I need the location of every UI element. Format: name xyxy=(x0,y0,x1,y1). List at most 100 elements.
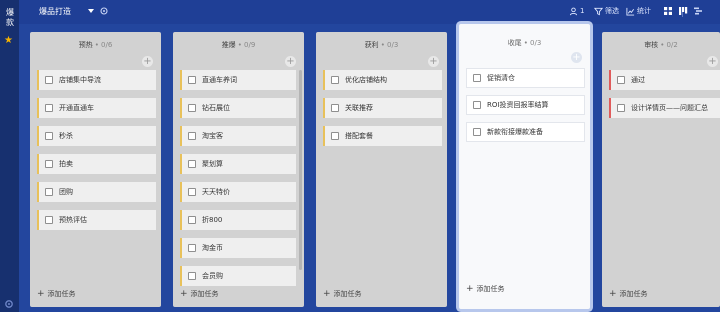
column-header: 获利 • 0/3 xyxy=(316,40,447,50)
task-checkbox[interactable] xyxy=(188,188,196,196)
add-task-button[interactable]: + 添加任务 xyxy=(180,289,219,299)
kanban-icon xyxy=(679,7,688,15)
add-card-button[interactable]: + xyxy=(428,56,439,67)
task-title: 钻石展位 xyxy=(202,104,230,112)
board-view-button[interactable] xyxy=(677,5,689,17)
grid-icon xyxy=(664,7,672,15)
task-card[interactable]: 团购 xyxy=(37,182,156,202)
task-card[interactable]: 预热评估 xyxy=(37,210,156,230)
column-header: 预热 • 0/6 xyxy=(30,40,161,50)
task-title: 折800 xyxy=(202,216,223,224)
task-title: 搭配套餐 xyxy=(345,132,373,140)
task-card[interactable]: 促销清仓 xyxy=(466,68,585,88)
task-card[interactable]: 会员购 xyxy=(180,266,296,286)
task-checkbox[interactable] xyxy=(617,76,625,84)
task-title: 淘宝客 xyxy=(202,132,223,140)
column-title: 审核 xyxy=(644,41,659,49)
task-checkbox[interactable] xyxy=(473,128,481,136)
task-checkbox[interactable] xyxy=(45,188,53,196)
task-card[interactable]: 新款衔接爆款准备 xyxy=(466,122,585,142)
task-card[interactable]: 秒杀 xyxy=(37,126,156,146)
task-card[interactable]: 钻石展位 xyxy=(180,98,296,118)
chevron-down-icon[interactable] xyxy=(88,9,94,14)
column-count: • 0/3 xyxy=(523,39,542,47)
column-scrollbar[interactable] xyxy=(299,70,302,270)
task-card[interactable]: 通过 xyxy=(609,70,720,90)
task-checkbox[interactable] xyxy=(45,76,53,84)
task-checkbox[interactable] xyxy=(331,104,339,112)
task-checkbox[interactable] xyxy=(188,216,196,224)
task-checkbox[interactable] xyxy=(188,244,196,252)
add-task-button[interactable]: + 添加任务 xyxy=(323,289,362,299)
column-title: 推爆 xyxy=(221,41,236,49)
add-task-button[interactable]: + 添加任务 xyxy=(466,284,505,294)
board-title[interactable]: 爆品打造 xyxy=(39,6,71,17)
task-card[interactable]: 店铺集中导流 xyxy=(37,70,156,90)
task-card[interactable]: 优化店铺结构 xyxy=(323,70,442,90)
task-card[interactable]: 关联推荐 xyxy=(323,98,442,118)
task-title: ROI投资回报率结算 xyxy=(487,101,549,109)
add-task-label: 添加任务 xyxy=(47,290,76,298)
add-card-button[interactable]: + xyxy=(142,56,153,67)
filter-button[interactable]: 筛选 xyxy=(594,6,619,17)
add-task-button[interactable]: + 添加任务 xyxy=(609,289,648,299)
column-wrapup: 收尾 • 0/3 + 促销清仓 ROI投资回报率结算 新款衔接爆款准备 + 添加任务 xyxy=(459,24,590,309)
task-checkbox[interactable] xyxy=(331,76,339,84)
board-settings-icon[interactable] xyxy=(99,6,109,16)
stats-label: 统计 xyxy=(637,7,651,15)
task-checkbox[interactable] xyxy=(188,272,196,280)
task-checkbox[interactable] xyxy=(188,76,196,84)
timeline-view-button[interactable] xyxy=(692,5,704,17)
add-card-button[interactable]: + xyxy=(571,52,582,63)
plus-icon: + xyxy=(180,288,188,299)
task-title: 团购 xyxy=(59,188,73,196)
column-count: • 0/9 xyxy=(237,41,256,49)
add-card-button[interactable]: + xyxy=(707,56,718,67)
user-icon xyxy=(569,7,578,16)
task-card[interactable]: 淘金币 xyxy=(180,238,296,258)
task-card[interactable]: 天天特价 xyxy=(180,182,296,202)
task-title: 天天特价 xyxy=(202,188,230,196)
plus-icon: + xyxy=(323,288,331,299)
column-preheat: 预热 • 0/6 + 店铺集中导流 开通直通车 秒杀 拍卖 团购 预热评估 + 添加… xyxy=(30,32,161,307)
task-checkbox[interactable] xyxy=(473,74,481,82)
task-title: 设计详情页——问题汇总 xyxy=(631,104,708,112)
task-title: 促销清仓 xyxy=(487,74,515,82)
task-card[interactable]: 开通直通车 xyxy=(37,98,156,118)
task-card[interactable]: 聚划算 xyxy=(180,154,296,174)
task-checkbox[interactable] xyxy=(45,160,53,168)
task-checkbox[interactable] xyxy=(45,104,53,112)
task-checkbox[interactable] xyxy=(331,132,339,140)
column-header: 收尾 • 0/3 xyxy=(459,38,590,48)
plus-icon: + xyxy=(609,288,617,299)
settings-icon[interactable] xyxy=(3,298,15,310)
column-title: 获利 xyxy=(364,41,379,49)
project-tag[interactable]: 爆款 xyxy=(3,8,17,28)
kanban-board: 预热 • 0/6 + 店铺集中导流 开通直通车 秒杀 拍卖 团购 预热评估 + 添加… xyxy=(19,24,720,312)
add-card-button[interactable]: + xyxy=(285,56,296,67)
column-count: • 0/6 xyxy=(94,41,113,49)
task-card[interactable]: 搭配套餐 xyxy=(323,126,442,146)
task-card[interactable]: 拍卖 xyxy=(37,154,156,174)
timeline-icon xyxy=(694,7,702,15)
star-icon[interactable]: ★ xyxy=(4,36,13,46)
task-checkbox[interactable] xyxy=(473,101,481,109)
task-card[interactable]: 直通车养词 xyxy=(180,70,296,90)
task-checkbox[interactable] xyxy=(188,132,196,140)
members-button[interactable]: 1 xyxy=(569,6,584,17)
task-title: 通过 xyxy=(631,76,645,84)
task-checkbox[interactable] xyxy=(45,132,53,140)
task-checkbox[interactable] xyxy=(188,104,196,112)
task-card[interactable]: 淘宝客 xyxy=(180,126,296,146)
add-task-button[interactable]: + 添加任务 xyxy=(37,289,76,299)
members-count: 1 xyxy=(580,7,585,15)
task-checkbox[interactable] xyxy=(617,104,625,112)
task-checkbox[interactable] xyxy=(188,160,196,168)
stats-button[interactable]: 统计 xyxy=(626,6,651,17)
task-title: 预热评估 xyxy=(59,216,87,224)
task-card[interactable]: 设计详情页——问题汇总 xyxy=(609,98,720,118)
list-view-button[interactable] xyxy=(662,5,674,17)
task-card[interactable]: ROI投资回报率结算 xyxy=(466,95,585,115)
task-checkbox[interactable] xyxy=(45,216,53,224)
task-card[interactable]: 折800 xyxy=(180,210,296,230)
